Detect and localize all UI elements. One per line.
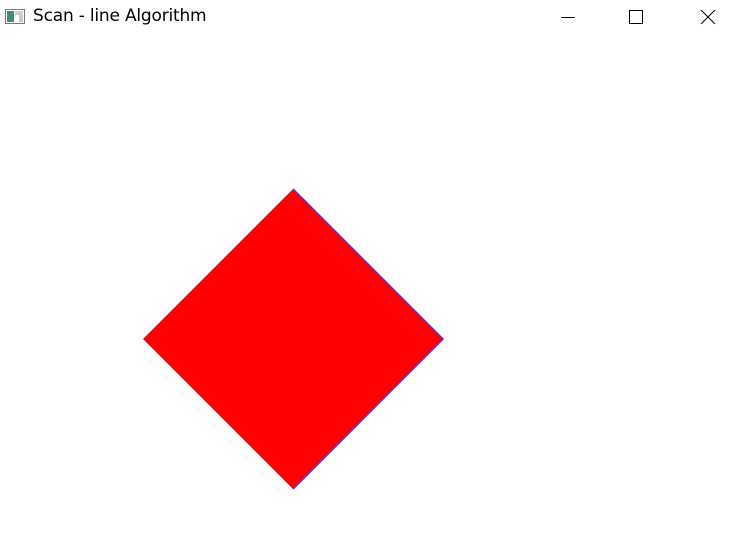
minimize-button[interactable] [545,0,591,34]
minimize-icon [561,17,575,18]
close-button[interactable] [685,0,729,34]
drawing-canvas [143,188,445,490]
close-icon [700,9,716,25]
app-window-icon [5,9,25,24]
maximize-icon [629,10,643,24]
title-bar[interactable]: Scan - line Algorithm [0,0,729,34]
window-title: Scan - line Algorithm [33,6,207,26]
filled-diamond [143,189,443,489]
maximize-button[interactable] [613,0,659,34]
app-window: Scan - line Algorithm [0,0,729,553]
